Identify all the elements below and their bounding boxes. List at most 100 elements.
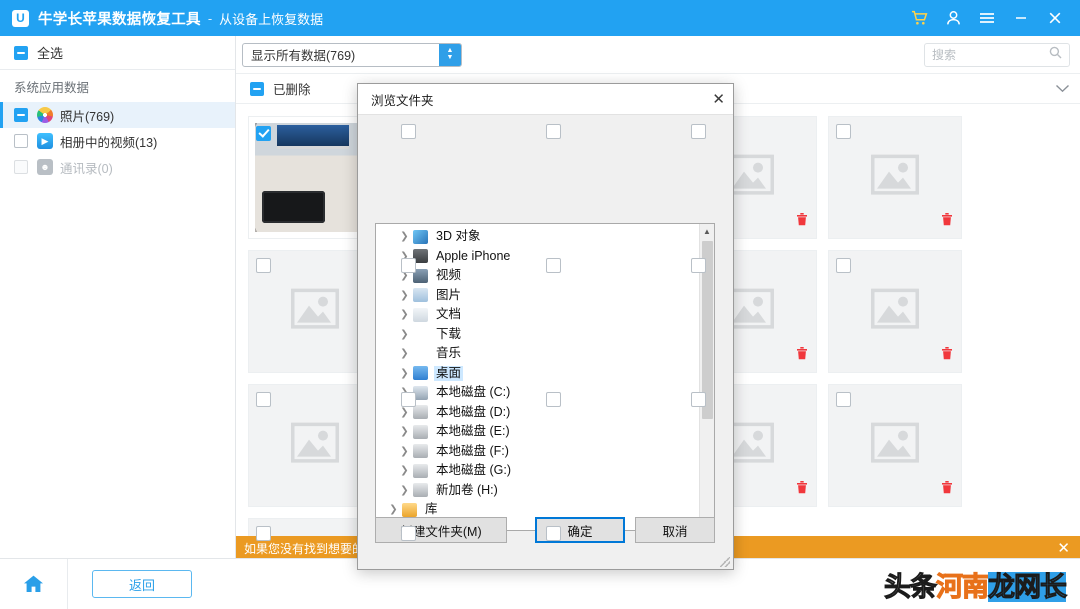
group-label: 已删除 (273, 79, 311, 98)
chevron-down-icon[interactable] (1055, 80, 1070, 98)
thumbnail-checkbox[interactable] (256, 124, 271, 142)
chevron-right-icon[interactable]: ❯ (397, 446, 412, 457)
folder-tree[interactable]: ❯3D 对象❯Apple iPhone❯视频❯图片❯文档❯⬇下载❯♪音乐❯桌面❯… (375, 223, 715, 531)
tree-item[interactable]: ❯桌面 (376, 364, 714, 384)
drive-icon (413, 464, 428, 478)
group-checkbox[interactable] (250, 82, 264, 96)
tree-item[interactable]: ❯文档 (376, 305, 714, 325)
tree-item[interactable]: ❯本地磁盘 (F:) (376, 442, 714, 462)
thumbnail-checkbox[interactable] (401, 526, 416, 546)
sidebar-item-label: 通讯录(0) (60, 158, 113, 177)
sidebar-item-contacts[interactable]: ☻ 通讯录(0) (0, 154, 235, 180)
sidebar: 全选 系统应用数据 照片(769) ▶ 相册中的视频(13) ☻ 通讯录(0) (0, 36, 236, 558)
image-placeholder-icon (871, 154, 919, 199)
filter-dropdown-value: 显示所有数据(769) (251, 45, 355, 64)
minimize-button[interactable] (1004, 0, 1038, 36)
thumbnail-item[interactable] (828, 250, 962, 373)
cart-icon[interactable] (902, 0, 936, 36)
thumbnail-checkbox[interactable] (256, 258, 271, 278)
thumbnail-checkbox[interactable] (401, 392, 416, 412)
search-icon (1049, 46, 1062, 64)
music-icon: ♪ (413, 347, 428, 361)
tree-item[interactable]: ❯ 本地磁盘 (E:) (376, 422, 714, 442)
sidebar-item-photos[interactable]: 照片(769) (0, 102, 235, 128)
photos-icon (37, 107, 53, 123)
thumbnail-checkbox[interactable] (546, 526, 561, 546)
spinner-icon[interactable]: ▲▼ (439, 44, 461, 66)
chevron-right-icon[interactable]: ❯ (397, 426, 412, 437)
trash-icon[interactable] (941, 346, 953, 365)
thumbnail-checkbox[interactable] (691, 392, 706, 412)
thumbnail-checkbox[interactable] (546, 258, 561, 278)
watermark-part-1: 头条 (884, 572, 936, 602)
notice-close-button[interactable]: ✕ (1057, 539, 1070, 557)
chevron-right-icon[interactable]: ❯ (397, 485, 412, 496)
folder-tree-rows: ❯3D 对象❯Apple iPhone❯视频❯图片❯文档❯⬇下载❯♪音乐❯桌面❯… (376, 224, 714, 530)
photos-checkbox[interactable] (14, 108, 28, 122)
chevron-right-icon[interactable]: ❯ (397, 329, 412, 340)
image-placeholder-icon (291, 288, 339, 333)
thumbnail-checkbox[interactable] (836, 124, 851, 144)
select-all-checkbox[interactable] (14, 46, 28, 60)
back-button[interactable]: 返回 (92, 570, 192, 598)
tree-item[interactable]: ❯Apple iPhone (376, 247, 714, 267)
app-logo: U (12, 10, 29, 27)
sidebar-item-label: 相册中的视频(13) (60, 132, 157, 151)
dialog-body: ❯3D 对象❯Apple iPhone❯视频❯图片❯文档❯⬇下载❯♪音乐❯桌面❯… (358, 115, 733, 569)
thumbnail-checkbox[interactable] (401, 258, 416, 278)
thumbnail-checkbox[interactable] (691, 258, 706, 278)
tree-item[interactable]: ❯本地磁盘 (D:) (376, 403, 714, 423)
sidebar-item-album-videos[interactable]: ▶ 相册中的视频(13) (0, 128, 235, 154)
tree-item[interactable]: ❯ 新加卷 (H:) (376, 481, 714, 501)
thumbnail-item[interactable] (828, 384, 962, 507)
dialog-close-button[interactable]: ✕ (712, 90, 725, 108)
tree-item-label: 新加卷 (H:) (434, 483, 500, 498)
thumbnail-checkbox[interactable] (256, 392, 271, 412)
filter-dropdown[interactable]: 显示所有数据(769) ▲▼ (242, 43, 462, 67)
search-input[interactable]: 搜索 (924, 43, 1070, 67)
close-button[interactable] (1038, 0, 1072, 36)
tree-item-label: 本地磁盘 (E:) (434, 424, 512, 439)
chevron-right-icon[interactable]: ❯ (397, 309, 412, 320)
new-folder-button[interactable]: 新建文件夹(M) (375, 517, 507, 543)
trash-icon[interactable] (796, 212, 808, 231)
watermark-part-3: 龙网长 (988, 572, 1066, 602)
thumbnail-checkbox[interactable] (836, 258, 851, 278)
select-all-row[interactable]: 全选 (0, 36, 235, 70)
album-video-checkbox[interactable] (14, 134, 28, 148)
image-placeholder-icon (871, 422, 919, 467)
thumbnail-checkbox[interactable] (691, 124, 706, 144)
trash-icon[interactable] (796, 480, 808, 499)
tree-item[interactable]: ❯♪音乐 (376, 344, 714, 364)
menu-icon[interactable] (970, 0, 1004, 36)
scroll-up-icon[interactable]: ▲ (700, 224, 714, 239)
thumbnail-checkbox[interactable] (836, 392, 851, 412)
thumbnail-checkbox[interactable] (546, 392, 561, 412)
trash-icon[interactable] (941, 212, 953, 231)
tree-item[interactable]: ❯本地磁盘 (C:) (376, 383, 714, 403)
ok-label: 确定 (567, 521, 592, 540)
pictures-icon (413, 288, 428, 302)
trash-icon[interactable] (796, 346, 808, 365)
thumbnail-checkbox[interactable] (401, 124, 416, 144)
tree-item[interactable]: ❯本地磁盘 (G:) (376, 461, 714, 481)
chevron-right-icon[interactable]: ❯ (397, 348, 412, 359)
trash-icon[interactable] (941, 480, 953, 499)
home-icon[interactable] (0, 559, 68, 609)
title-bar: U 牛学长苹果数据恢复工具 - 从设备上恢复数据 (0, 0, 1080, 36)
user-icon[interactable] (936, 0, 970, 36)
tree-item[interactable]: ❯图片 (376, 286, 714, 306)
app-title: 牛学长苹果数据恢复工具 (38, 8, 201, 29)
chevron-right-icon[interactable]: ❯ (397, 290, 412, 301)
chevron-right-icon[interactable]: ❯ (397, 231, 412, 242)
chevron-right-icon[interactable]: ❯ (397, 465, 412, 476)
tree-item[interactable]: ❯⬇下载 (376, 325, 714, 345)
cancel-button[interactable]: 取消 (635, 517, 715, 543)
chevron-right-icon[interactable]: ❯ (397, 368, 412, 379)
thumbnail-checkbox[interactable] (546, 124, 561, 144)
tree-item[interactable]: ❯视频 (376, 266, 714, 286)
resize-grip-icon[interactable] (720, 557, 730, 567)
thumbnail-item[interactable] (828, 116, 962, 239)
thumbnail-checkbox[interactable] (256, 526, 271, 546)
tree-item[interactable]: ❯3D 对象 (376, 227, 714, 247)
